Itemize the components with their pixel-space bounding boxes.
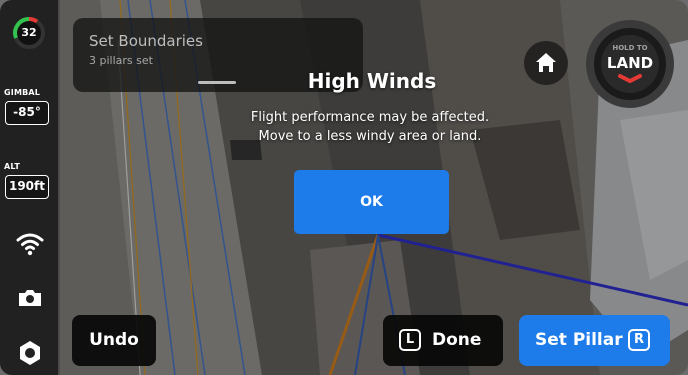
altitude-label: ALT xyxy=(4,162,21,171)
land-hold-text: HOLD TO xyxy=(612,44,648,52)
camera-icon[interactable] xyxy=(15,285,45,311)
gimbal-label: GIMBAL xyxy=(4,88,41,97)
drone-flight-screen: 32 GIMBAL -85° ALT 190ft Set Boundaries … xyxy=(0,0,688,375)
return-home-button[interactable] xyxy=(524,41,568,85)
panel-title: Set Boundaries xyxy=(89,32,203,50)
alert-line-1: Flight performance may be affected. xyxy=(250,110,490,125)
set-pillar-button[interactable]: Set Pillar R xyxy=(519,315,670,366)
done-button[interactable]: L Done xyxy=(383,315,503,366)
panel-drag-handle[interactable] xyxy=(198,81,236,84)
altitude-value[interactable]: 190ft xyxy=(5,175,49,199)
done-label: Done xyxy=(432,330,482,350)
alert-message: Flight performance may be affected. Move… xyxy=(200,108,540,146)
set-pillar-label: Set Pillar xyxy=(535,330,623,350)
gear-icon[interactable] xyxy=(15,340,45,366)
land-label: LAND xyxy=(606,54,654,72)
gimbal-value[interactable]: -85° xyxy=(5,101,49,125)
battery-level: 32 xyxy=(21,26,37,39)
alert-title: High Winds xyxy=(307,69,437,93)
undo-button[interactable]: Undo xyxy=(72,315,156,366)
r-key-badge: R xyxy=(628,329,650,351)
wifi-icon[interactable] xyxy=(15,231,45,257)
home-icon xyxy=(536,53,556,72)
panel-subtitle: 3 pillars set xyxy=(89,54,153,67)
l-key-badge: L xyxy=(399,329,421,351)
alert-line-2: Move to a less windy area or land. xyxy=(258,129,482,144)
ok-button[interactable]: OK xyxy=(294,170,449,234)
